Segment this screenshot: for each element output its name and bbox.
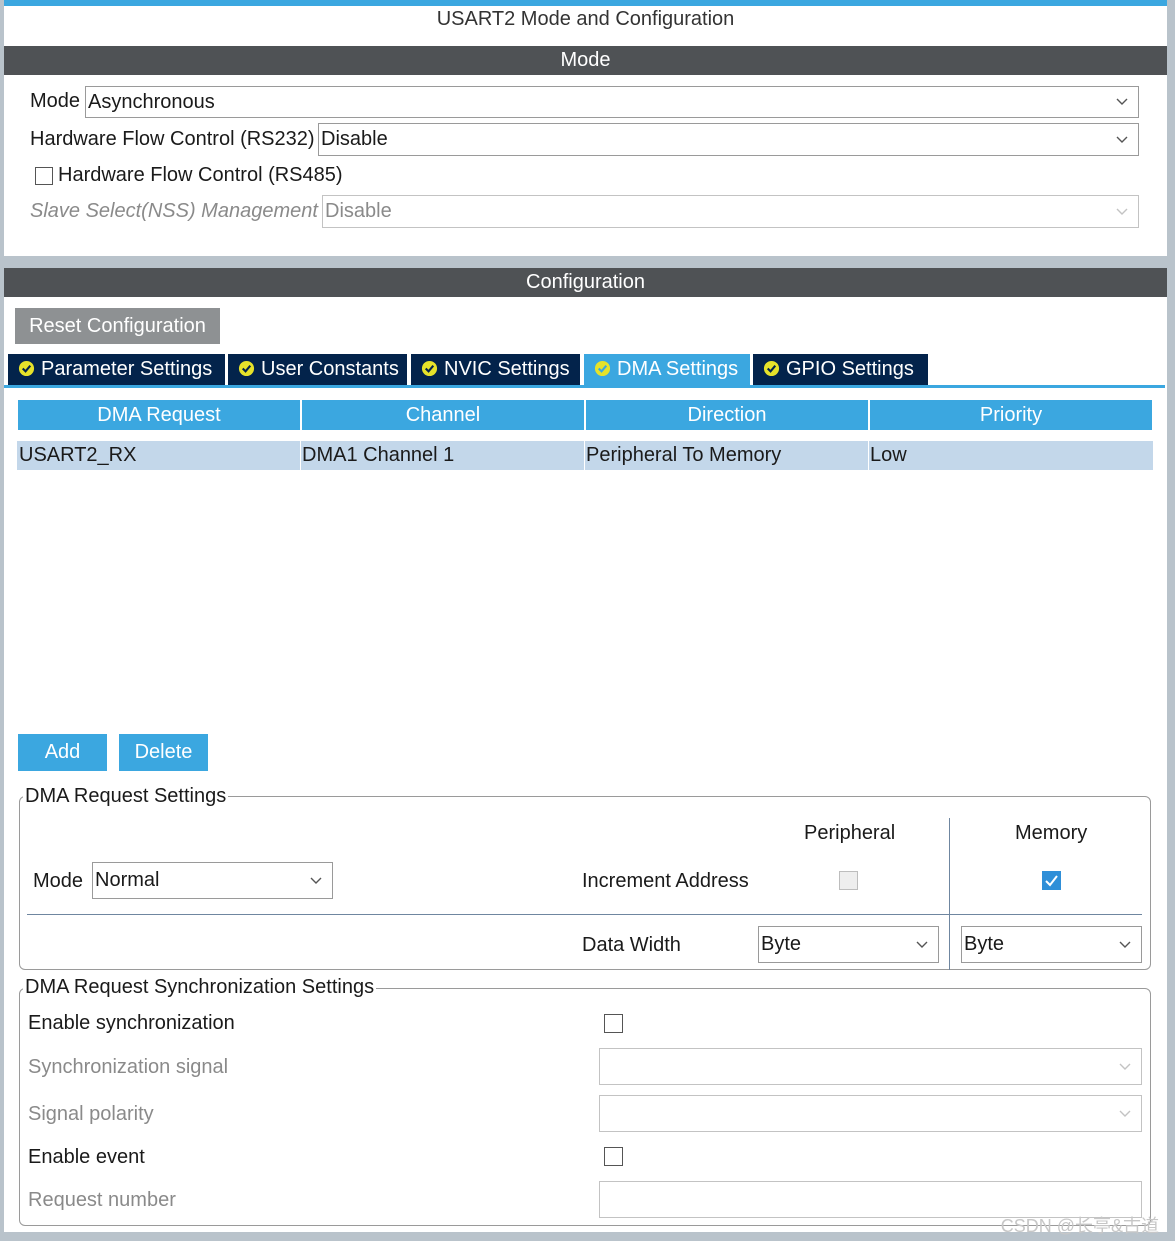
dma-mode-select[interactable]: Normal [92, 862, 333, 899]
watermark-text: CSDN @长亭&古道 [1000, 1216, 1159, 1236]
peripheral-data-width-select[interactable]: Byte [758, 926, 939, 963]
dma-mode-label: Mode [33, 870, 84, 892]
hw-flow-rs485-checkbox[interactable] [35, 167, 53, 185]
tab-label: Parameter Settings [41, 358, 213, 380]
dma-mode-value: Normal [95, 869, 160, 891]
tab-user-constants[interactable]: User Constants [228, 354, 407, 385]
tab-label: DMA Settings [617, 358, 739, 380]
hw-flow-rs485-label: Hardware Flow Control (RS485) [58, 164, 343, 186]
table-cell-direction: Peripheral To Memory [586, 444, 782, 466]
check-circle-icon [594, 360, 611, 377]
settings-row-divider [27, 914, 1142, 915]
column-header-priority[interactable]: Priority [870, 400, 1152, 430]
dma-request-settings-title: DMA Request Settings [23, 785, 229, 808]
window-title: USART2 Mode and Configuration [436, 8, 735, 30]
tabs-underline [4, 385, 1165, 388]
check-circle-icon [421, 360, 438, 377]
section-divider [4, 256, 1167, 268]
chevron-down-icon [1116, 196, 1130, 227]
window-border-right [1167, 0, 1175, 1241]
memory-increment-checkbox[interactable] [1042, 871, 1061, 890]
checkmark-icon [1045, 875, 1058, 887]
mode-select[interactable]: Asynchronous [85, 86, 1139, 118]
table-cell-channel: DMA1 Channel 1 [302, 444, 455, 466]
sync-settings-title: DMA Request Synchronization Settings [23, 976, 377, 999]
tab-label: NVIC Settings [444, 358, 570, 380]
enable-sync-checkbox[interactable] [604, 1014, 623, 1033]
memory-data-width-select[interactable]: Byte [961, 926, 1142, 963]
peripheral-data-width-value: Byte [761, 933, 802, 955]
chevron-down-icon [310, 863, 324, 898]
chevron-down-icon [1116, 87, 1130, 117]
signal-polarity-label: Signal polarity [28, 1103, 154, 1125]
enable-event-checkbox[interactable] [604, 1147, 623, 1166]
check-circle-icon [238, 360, 255, 377]
slave-select-label: Slave Select(NSS) Management [30, 200, 318, 222]
configuration-section-header: Configuration [4, 268, 1167, 297]
add-button[interactable]: Add [18, 734, 107, 771]
mode-section-header: Mode [4, 46, 1167, 75]
tab-label: User Constants [261, 358, 399, 380]
window-border-bottom [0, 1232, 1175, 1241]
request-number-label: Request number [28, 1189, 176, 1211]
check-circle-icon [18, 360, 35, 377]
column-separator [300, 441, 301, 470]
check-circle-icon [763, 360, 780, 377]
reset-configuration-button[interactable]: Reset Configuration [15, 308, 220, 344]
column-header-direction[interactable]: Direction [586, 400, 868, 430]
slave-select-value: Disable [325, 200, 392, 222]
data-width-label: Data Width [582, 934, 681, 956]
tab-gpio-settings[interactable]: GPIO Settings [753, 354, 928, 385]
chevron-down-icon [1116, 124, 1130, 155]
table-cell-priority: Low [870, 444, 907, 466]
hw-flow-rs232-value: Disable [321, 128, 388, 150]
table-row[interactable] [17, 441, 1153, 470]
hw-flow-rs232-select[interactable]: Disable [318, 123, 1139, 156]
slave-select-select: Disable [322, 195, 1139, 228]
column-header-dma-request[interactable]: DMA Request [18, 400, 300, 430]
window-top-accent [0, 0, 1175, 6]
column-separator [868, 441, 869, 470]
sync-signal-select [599, 1048, 1142, 1085]
column-separator [584, 441, 585, 470]
tab-dma-settings[interactable]: DMA Settings [584, 354, 750, 385]
enable-event-label: Enable event [28, 1146, 145, 1168]
mode-select-value: Asynchronous [88, 91, 215, 113]
signal-polarity-select [599, 1095, 1142, 1132]
column-header-channel[interactable]: Channel [302, 400, 584, 430]
chevron-down-icon [1119, 927, 1133, 962]
window-border-left [0, 0, 4, 1241]
chevron-down-icon [1119, 1096, 1133, 1131]
delete-button[interactable]: Delete [119, 734, 208, 771]
chevron-down-icon [1119, 1049, 1133, 1084]
memory-column-header: Memory [1015, 822, 1088, 844]
chevron-down-icon [916, 927, 930, 962]
table-cell-dma-request: USART2_RX [19, 444, 137, 466]
settings-column-divider [949, 818, 950, 970]
tab-parameter-settings[interactable]: Parameter Settings [8, 354, 225, 385]
tab-label: GPIO Settings [786, 358, 914, 380]
mode-label: Mode [30, 90, 81, 112]
hw-flow-rs232-label: Hardware Flow Control (RS232) [30, 128, 315, 150]
peripheral-column-header: Peripheral [804, 822, 896, 844]
sync-signal-label: Synchronization signal [28, 1056, 229, 1078]
increment-address-label: Increment Address [582, 870, 749, 892]
enable-sync-label: Enable synchronization [28, 1012, 235, 1034]
peripheral-increment-checkbox [839, 871, 858, 890]
memory-data-width-value: Byte [964, 933, 1005, 955]
tab-nvic-settings[interactable]: NVIC Settings [411, 354, 580, 385]
